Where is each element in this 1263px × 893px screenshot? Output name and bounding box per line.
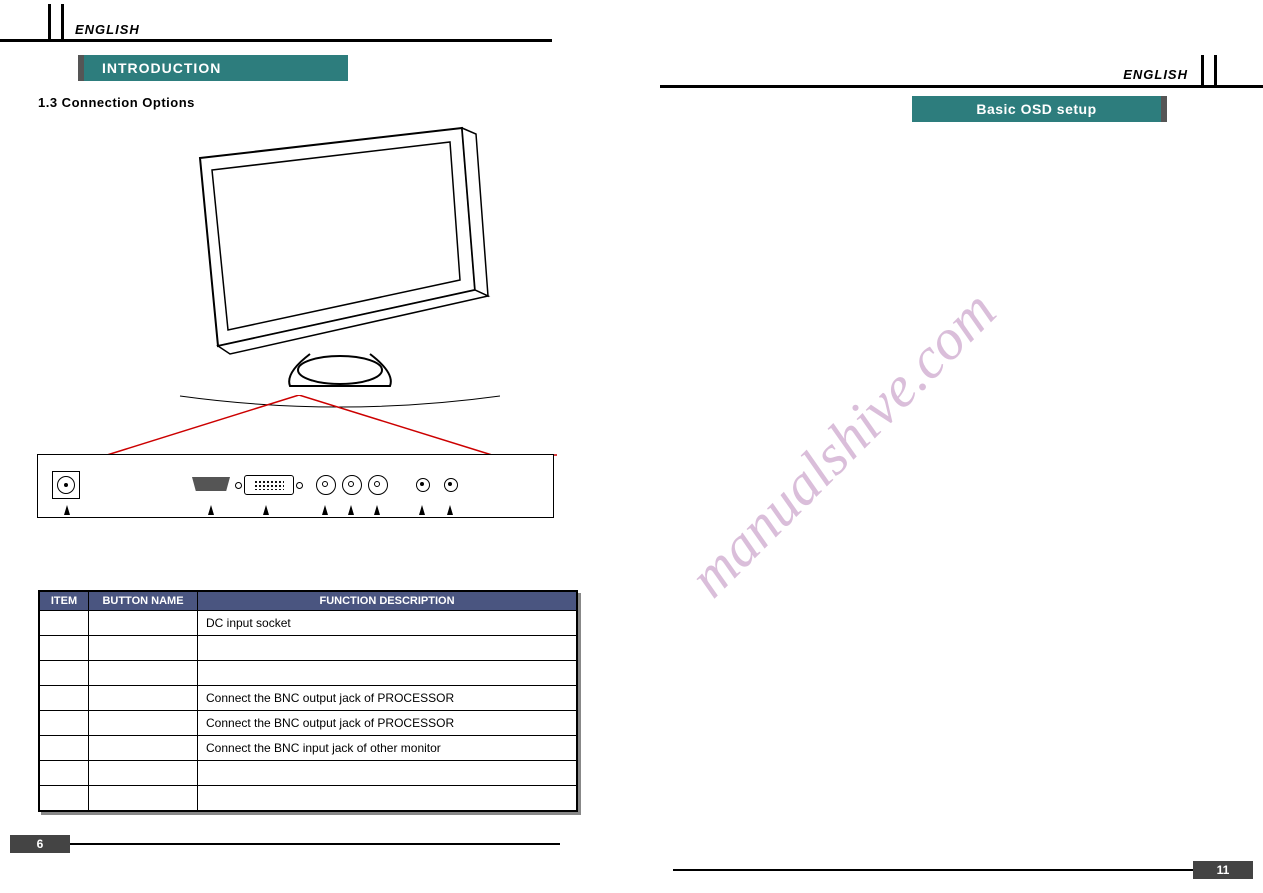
arrow-icon — [263, 505, 269, 515]
vga-port-icon — [244, 475, 294, 495]
arrow-icon — [447, 505, 453, 515]
arrow-icon — [322, 505, 328, 515]
page-number-left: 6 — [10, 835, 70, 853]
section-title: 1.3 Connection Options — [38, 95, 195, 110]
arrow-icon — [419, 505, 425, 515]
table-row: Connect the BNC output jack of PROCESSOR — [39, 711, 577, 736]
monitor-illustration — [140, 118, 500, 408]
bnc-port-icon — [316, 475, 336, 495]
table-row: DC input socket — [39, 611, 577, 636]
table-row — [39, 636, 577, 661]
table-header-button-name: BUTTON NAME — [89, 591, 198, 611]
header-rule-left — [0, 39, 552, 42]
arrow-icon — [348, 505, 354, 515]
audio-port-icon — [444, 478, 458, 492]
header-notch-left — [48, 4, 64, 39]
table-header-function: FUNCTION DESCRIPTION — [198, 591, 578, 611]
arrow-icon — [64, 505, 70, 515]
table-row: Connect the BNC output jack of PROCESSOR — [39, 686, 577, 711]
language-label-right: ENGLISH — [1123, 67, 1188, 82]
watermark: manualshive.com — [676, 277, 1009, 610]
basic-osd-setup-tab: Basic OSD setup — [912, 96, 1167, 122]
connector-panel — [37, 454, 554, 518]
dc-jack-icon — [52, 471, 80, 499]
table-row: Connect the BNC input jack of other moni… — [39, 736, 577, 761]
introduction-tab: INTRODUCTION — [78, 55, 348, 81]
audio-port-icon — [416, 478, 430, 492]
table-row — [39, 786, 577, 812]
table-row — [39, 661, 577, 686]
language-label-left: ENGLISH — [75, 22, 140, 37]
page-number-right: 11 — [1193, 861, 1253, 879]
table-header-item: ITEM — [39, 591, 89, 611]
table-row — [39, 761, 577, 786]
bnc-port-icon — [342, 475, 362, 495]
hdmi-port-icon — [192, 477, 230, 491]
arrow-icon — [374, 505, 380, 515]
callout-lines — [37, 395, 557, 457]
arrow-icon — [208, 505, 214, 515]
bnc-port-icon — [368, 475, 388, 495]
header-rule-right — [660, 85, 1263, 88]
connection-table: ITEM BUTTON NAME FUNCTION DESCRIPTION DC… — [38, 590, 578, 812]
header-notch-right — [1201, 55, 1217, 85]
